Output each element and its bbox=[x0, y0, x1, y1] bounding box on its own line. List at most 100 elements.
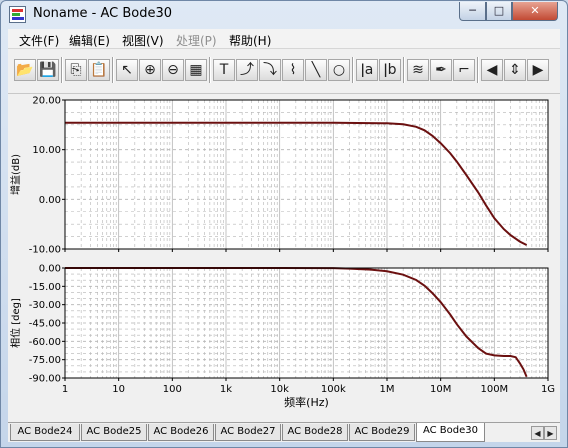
label-point-icon: ⤵ bbox=[263, 62, 277, 78]
app-icon bbox=[9, 6, 26, 23]
bode-plot-area: 20.00 10.00 0.00 -10.00 增益(dB) 0.00 -15.00 -30.… bbox=[8, 94, 560, 422]
tab-scroll-left-button[interactable]: ◀ bbox=[531, 426, 544, 440]
eyedropper-icon: ✒ bbox=[435, 62, 447, 78]
toolbar-separator bbox=[352, 57, 354, 83]
paste-icon: 📋 bbox=[90, 62, 108, 78]
y-tick-label: -30.00 bbox=[29, 300, 61, 311]
title-bar[interactable]: Noname - AC Bode30 ─ □ ✕ bbox=[1, 1, 567, 28]
tab-ac-bode27[interactable]: AC Bode27 bbox=[215, 424, 281, 441]
line-tool-button[interactable]: ╲ bbox=[305, 59, 327, 81]
x-tick-label: 10k bbox=[270, 384, 289, 395]
line-tool-icon: ╲ bbox=[311, 62, 321, 78]
application-window: Noname - AC Bode30 ─ □ ✕ 文件(F) 编辑(E) 视图(… bbox=[0, 0, 568, 448]
x-tick-label: 1k bbox=[220, 384, 232, 395]
menu-edit[interactable]: 编辑(E) bbox=[69, 32, 110, 49]
y-tick-label: -15.00 bbox=[29, 282, 61, 293]
menu-process: 处理(P) bbox=[176, 34, 217, 48]
zoom-100-button[interactable]: ⊖ bbox=[162, 59, 184, 81]
x-axis-label: 频率(Hz) bbox=[284, 395, 329, 409]
text-tool-button[interactable]: T bbox=[213, 59, 235, 81]
zoom-100-icon: ⊖ bbox=[167, 62, 179, 78]
zoom-in-icon: ⊕ bbox=[144, 62, 156, 78]
grid-button[interactable]: ▦ bbox=[185, 59, 207, 81]
graph-tab-bar: AC Bode24 AC Bode25 AC Bode26 AC Bode27 AC B… bbox=[8, 422, 560, 442]
line-segments-icon: ⌇ bbox=[289, 62, 297, 78]
arrow-left-icon: ◀ bbox=[486, 62, 498, 78]
x-tick-label: 100 bbox=[163, 384, 182, 395]
y-tick-label: -60.00 bbox=[29, 337, 61, 348]
open-folder-icon: 📂 bbox=[16, 62, 34, 78]
tab-ac-bode25[interactable]: AC Bode25 bbox=[81, 424, 147, 441]
tab-ac-bode26[interactable]: AC Bode26 bbox=[148, 424, 214, 441]
bode-plot: 20.00 10.00 0.00 -10.00 增益(dB) 0.00 -15.00 -30.… bbox=[9, 96, 555, 410]
copy-button[interactable]: ⎘ bbox=[65, 59, 87, 81]
tab-scroll-right-button[interactable]: ▶ bbox=[544, 426, 557, 440]
step-icon: ⌐ bbox=[458, 62, 470, 78]
y-tick-label: 20.00 bbox=[32, 96, 61, 107]
arrow-updown-icon: ⇕ bbox=[509, 62, 521, 78]
pointer-icon: ↖ bbox=[121, 62, 133, 78]
arrow-right-icon: ▶ bbox=[532, 62, 544, 78]
y-tick-label: 0.00 bbox=[39, 264, 61, 275]
window-title: Noname - AC Bode30 bbox=[33, 6, 173, 21]
step-button[interactable]: ⌐ bbox=[453, 59, 475, 81]
ellipse-tool-icon: ○ bbox=[332, 62, 346, 78]
y-tick-label: 10.00 bbox=[32, 145, 61, 156]
toolbar-separator bbox=[477, 57, 479, 83]
y-tick-label: -75.00 bbox=[29, 355, 61, 366]
cursor-a-button[interactable]: ǀa bbox=[356, 59, 378, 81]
arrow-updown-button[interactable]: ⇕ bbox=[504, 59, 526, 81]
line-segments-button[interactable]: ⌇ bbox=[282, 59, 304, 81]
menu-bar: 文件(F) 编辑(E) 视图(V) 处理(P) 帮助(H) bbox=[8, 29, 560, 49]
y-tick-label: -90.00 bbox=[29, 374, 61, 385]
menu-help[interactable]: 帮助(H) bbox=[229, 32, 271, 49]
toolbar: 📂 💾 ⎘ 📋 ↖ ⊕ ⊖ ▦ T ⤴ ⤵ ⌇ ╲ ○ ǀa ǀb ≋ ✒ ⌐ ◀ ⇕ ▶ bbox=[8, 49, 560, 94]
traces-icon: ≋ bbox=[412, 62, 424, 78]
x-tick-label: 10M bbox=[430, 384, 451, 395]
zoom-in-button[interactable]: ⊕ bbox=[139, 59, 161, 81]
gain-axis-label: 增益(dB) bbox=[9, 154, 22, 195]
label-arrow-button[interactable]: ⤴ bbox=[236, 59, 258, 81]
open-folder-button[interactable]: 📂 bbox=[14, 59, 36, 81]
x-tick-label: 1 bbox=[62, 384, 68, 395]
grid-icon: ▦ bbox=[189, 62, 203, 78]
y-tick-label: -10.00 bbox=[29, 245, 61, 256]
save-icon: 💾 bbox=[39, 62, 57, 78]
label-arrow-icon: ⤴ bbox=[240, 62, 254, 78]
menu-view[interactable]: 视图(V) bbox=[122, 32, 164, 49]
toolbar-separator bbox=[61, 57, 63, 83]
traces-button[interactable]: ≋ bbox=[407, 59, 429, 81]
save-button[interactable]: 💾 bbox=[37, 59, 59, 81]
arrow-left-button[interactable]: ◀ bbox=[481, 59, 503, 81]
tab-ac-bode29[interactable]: AC Bode29 bbox=[349, 424, 415, 441]
cursor-b-icon: ǀb bbox=[383, 62, 397, 78]
x-tick-label: 1M bbox=[380, 384, 395, 395]
cursor-b-button[interactable]: ǀb bbox=[379, 59, 401, 81]
x-tick-label: 100M bbox=[480, 384, 508, 395]
ellipse-tool-button[interactable]: ○ bbox=[328, 59, 350, 81]
toolbar-separator bbox=[112, 57, 114, 83]
x-tick-label: 10 bbox=[112, 384, 125, 395]
tab-ac-bode24[interactable]: AC Bode24 bbox=[10, 424, 80, 441]
tab-ac-bode30[interactable]: AC Bode30 bbox=[416, 423, 485, 442]
pointer-button[interactable]: ↖ bbox=[116, 59, 138, 81]
label-point-button[interactable]: ⤵ bbox=[259, 59, 281, 81]
copy-icon: ⎘ bbox=[70, 62, 82, 78]
y-tick-label: 0.00 bbox=[39, 195, 61, 206]
eyedropper-button[interactable]: ✒ bbox=[430, 59, 452, 81]
minimize-button[interactable]: ─ bbox=[459, 2, 486, 21]
toolbar-separator bbox=[403, 57, 405, 83]
arrow-right-button[interactable]: ▶ bbox=[527, 59, 549, 81]
y-tick-label: -45.00 bbox=[29, 319, 61, 330]
cursor-a-icon: ǀa bbox=[360, 62, 374, 78]
menu-file[interactable]: 文件(F) bbox=[19, 32, 59, 49]
maximize-button[interactable]: □ bbox=[486, 2, 512, 21]
paste-button[interactable]: 📋 bbox=[88, 59, 110, 81]
close-button[interactable]: ✕ bbox=[512, 2, 558, 21]
x-tick-label: 1G bbox=[541, 384, 555, 395]
x-tick-label: 100k bbox=[321, 384, 346, 395]
toolbar-separator bbox=[209, 57, 211, 83]
text-tool-icon: T bbox=[219, 62, 229, 78]
phase-axis-label: 相位 [deg] bbox=[9, 298, 22, 348]
tab-ac-bode28[interactable]: AC Bode28 bbox=[282, 424, 348, 441]
